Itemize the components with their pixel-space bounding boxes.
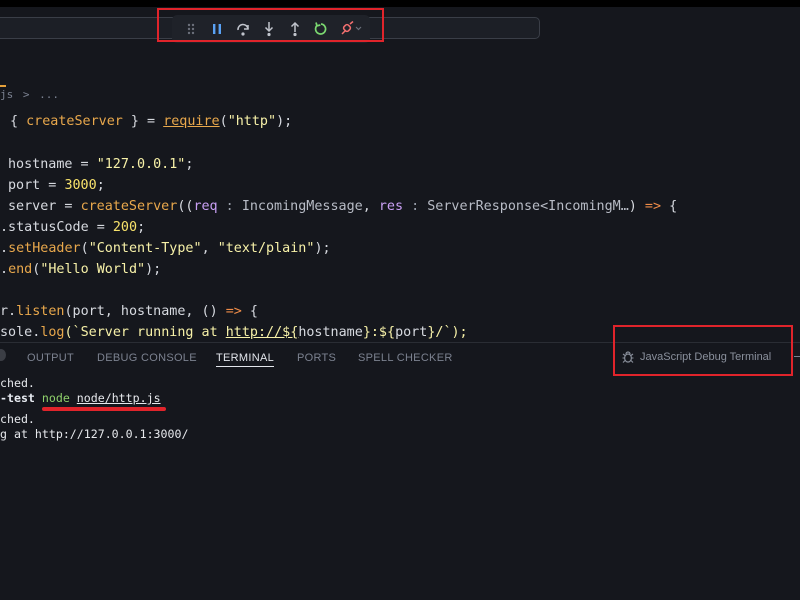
editor[interactable]: js > ... { createServer } = require("htt…	[0, 45, 800, 342]
terminal-line-4: g at http://127.0.0.1:3000/	[0, 427, 189, 441]
terminal-line-2: -test node node/http.js	[0, 391, 161, 405]
terminal-line-3: ched.	[0, 412, 35, 426]
terminal-prompt: -test	[0, 391, 35, 405]
code-line-7: .end("Hello World");	[0, 262, 162, 277]
panel-actions-overflow[interactable]	[794, 356, 800, 357]
tab-terminal[interactable]: TERMINAL	[216, 349, 275, 367]
tab-ports[interactable]: PORTS	[297, 349, 336, 367]
code-line-6: .setHeader("Content-Type", "text/plain")…	[0, 241, 331, 256]
code-line-9: sole.log(`Server running at http://${hos…	[0, 325, 468, 340]
tab-spell-checker[interactable]: SPELL CHECKER	[358, 349, 453, 367]
highlight-box-toolbar	[157, 8, 384, 42]
breadcrumb-file[interactable]: js	[0, 88, 13, 101]
code-line-1: { createServer } = require("http");	[10, 114, 293, 129]
terminal-command: node	[41, 391, 70, 405]
breadcrumb-rest[interactable]: ...	[39, 88, 59, 101]
code-line-4: server = createServer((req : IncomingMes…	[8, 199, 678, 214]
terminal-argument[interactable]: node/http.js	[77, 391, 161, 405]
vscode-window: js > ... { createServer } = require("htt…	[0, 7, 800, 600]
code-line-3: port = 3000;	[8, 178, 105, 193]
title-bar	[0, 7, 800, 45]
modified-tab-indicator	[0, 85, 6, 87]
code-line-2: hostname = "127.0.0.1";	[8, 157, 194, 172]
breadcrumb-separator: >	[22, 88, 30, 101]
breadcrumb[interactable]: js > ...	[0, 88, 59, 104]
tab-debug-console[interactable]: DEBUG CONSOLE	[97, 349, 197, 367]
code-line-8: r.listen(port, hostname, () => {	[0, 304, 258, 319]
tab-output[interactable]: OUTPUT	[27, 349, 74, 367]
code-line-5: .statusCode = 200;	[0, 220, 146, 235]
terminal-line-1: ched.	[0, 376, 35, 390]
highlight-box-debug-terminal	[613, 325, 793, 376]
annotation-underline	[42, 407, 166, 411]
